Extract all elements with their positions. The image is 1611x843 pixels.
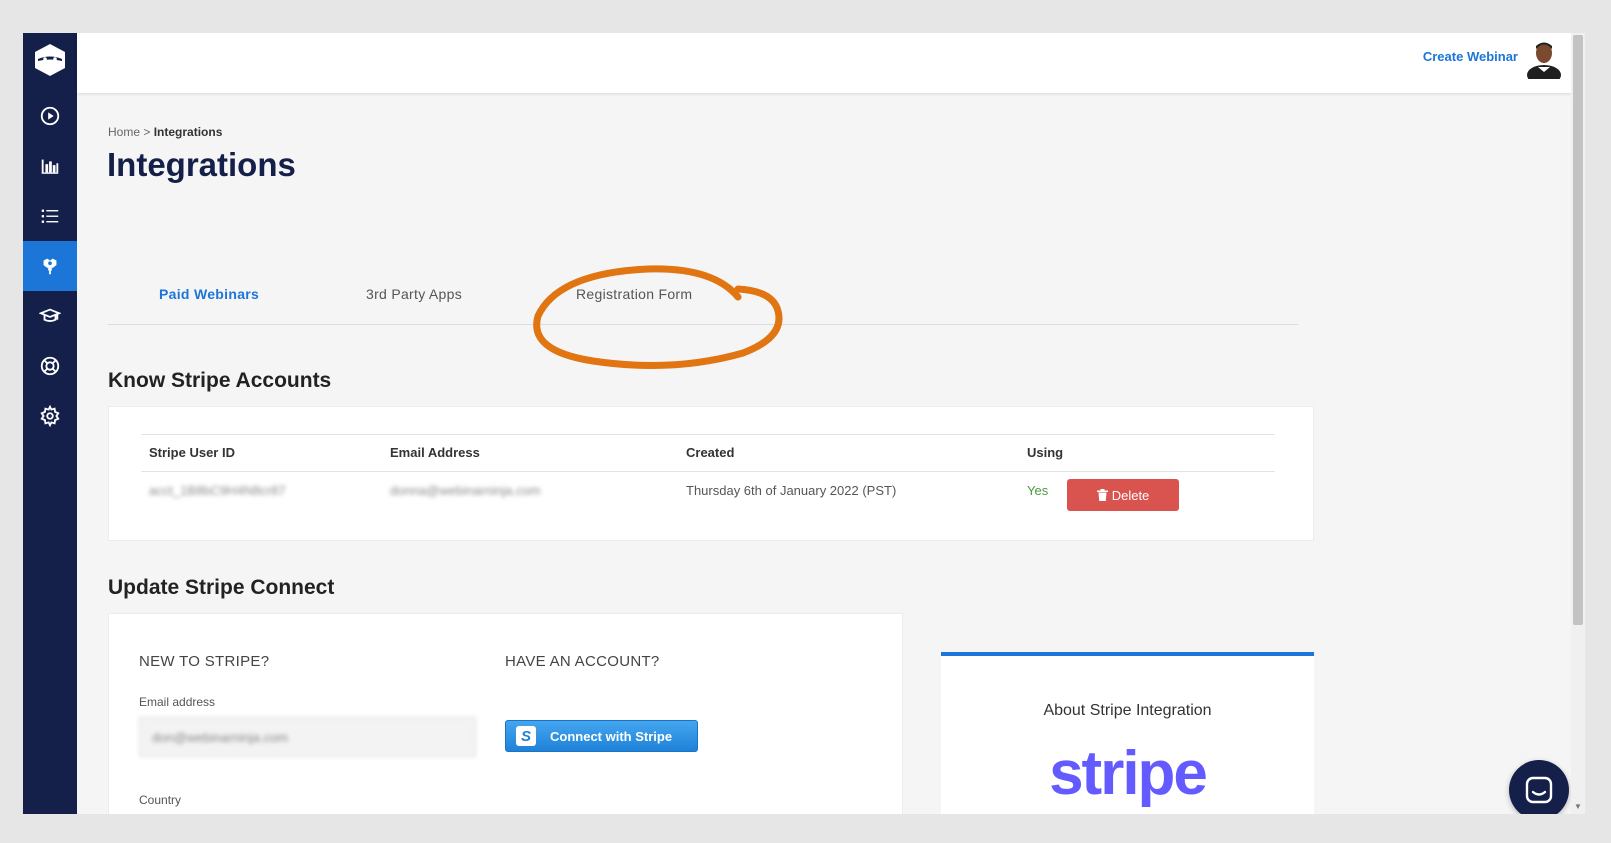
column-email-address: Email Address	[390, 445, 480, 460]
breadcrumb-home[interactable]: Home	[108, 125, 140, 139]
connect-with-stripe-button[interactable]: S Connect with Stripe	[505, 720, 698, 752]
accounts-section-title: Know Stripe Accounts	[108, 369, 332, 392]
cell-user-id: acct_1B8bC9H4N8cr87	[149, 483, 286, 498]
column-stripe-user-id: Stripe User ID	[149, 445, 235, 460]
cell-email: donna@webinarninja.com	[390, 483, 541, 498]
page-title: Integrations	[107, 146, 296, 183]
user-avatar[interactable]	[1524, 37, 1564, 79]
cell-using: Yes	[1027, 483, 1049, 498]
sidebar	[23, 33, 77, 814]
column-created: Created	[686, 445, 735, 460]
new-to-stripe-heading: NEW TO STRIPE?	[139, 653, 270, 670]
gear-icon	[40, 405, 60, 427]
app-window: Create Webinar Home > Integrations Integ…	[23, 33, 1585, 814]
tab-paid-webinars[interactable]: Paid Webinars	[159, 286, 259, 302]
scroll-down-arrow-icon[interactable]: ▼	[1574, 802, 1582, 811]
sidebar-item-settings[interactable]	[23, 391, 77, 441]
cell-created: Thursday 6th of January 2022 (PST)	[686, 483, 897, 498]
breadcrumb-separator: >	[143, 125, 151, 139]
breadcrumb-current: Integrations	[153, 125, 223, 139]
integrations-plug-icon	[43, 258, 57, 275]
lifebuoy-icon	[40, 356, 60, 376]
chat-icon	[1525, 776, 1553, 804]
sidebar-item-analytics[interactable]	[23, 141, 77, 191]
graduation-cap-icon	[39, 308, 61, 322]
have-account-heading: HAVE AN ACCOUNT?	[505, 653, 660, 670]
delete-account-button[interactable]: Delete	[1067, 479, 1179, 511]
sidebar-item-webinars[interactable]	[23, 91, 77, 141]
tab-registration-form[interactable]: Registration Form	[576, 286, 692, 302]
country-field-label: Country	[139, 793, 182, 807]
sidebar-item-integrations[interactable]	[23, 241, 77, 291]
accounts-table-header: Stripe User ID Email Address Created Usi…	[141, 434, 1275, 472]
connect-button-label: Connect with Stripe	[550, 728, 673, 744]
stripe-s-icon: S	[516, 726, 536, 746]
connect-section-title: Update Stripe Connect	[108, 576, 335, 599]
trash-icon	[1096, 489, 1108, 501]
email-field-label: Email address	[139, 695, 216, 709]
about-stripe-card: About Stripe Integration stripe	[941, 652, 1314, 814]
app-logo[interactable]	[23, 33, 77, 87]
sidebar-item-academy[interactable]	[23, 291, 77, 341]
ninja-logo-icon	[35, 44, 65, 76]
bar-chart-icon	[41, 159, 59, 174]
vertical-scrollbar[interactable]: ▼	[1571, 33, 1585, 814]
accounts-table-card: Stripe User ID Email Address Created Usi…	[108, 406, 1314, 541]
email-field[interactable]	[139, 717, 476, 757]
top-bar: Create Webinar	[77, 33, 1585, 93]
breadcrumb: Home > Integrations	[108, 125, 222, 139]
tab-3rd-party-apps[interactable]: 3rd Party Apps	[366, 286, 462, 302]
chat-launcher-button[interactable]	[1509, 760, 1569, 814]
scrollbar-thumb[interactable]	[1573, 35, 1583, 625]
about-stripe-title: About Stripe Integration	[1043, 702, 1212, 719]
delete-label: Delete	[1111, 487, 1150, 503]
tab-bar: Paid Webinars 3rd Party Apps Registratio…	[108, 258, 1298, 325]
play-circle-icon	[40, 106, 60, 126]
stripe-connect-card: NEW TO STRIPE? Email address Country HAV…	[108, 613, 903, 814]
column-using: Using	[1027, 445, 1064, 460]
stripe-logo: stripe	[1049, 739, 1208, 808]
sidebar-item-support[interactable]	[23, 341, 77, 391]
sidebar-item-list[interactable]	[23, 191, 77, 241]
list-icon	[41, 209, 59, 223]
create-webinar-link[interactable]: Create Webinar	[1423, 49, 1518, 64]
